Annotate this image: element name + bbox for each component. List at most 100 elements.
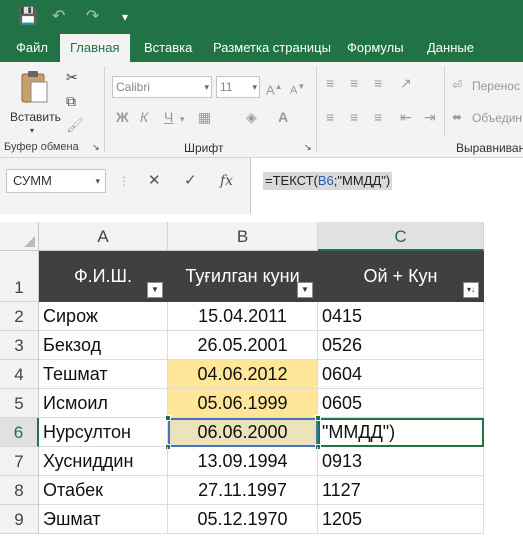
sort-filter-icon[interactable]: ▾↓ [463, 282, 479, 298]
table-cell[interactable]: Хусниддин [39, 447, 168, 476]
table-header-month-day[interactable]: Ой + Кун ▾↓ [318, 251, 484, 302]
borders-icon[interactable]: ▦ [198, 108, 211, 126]
wrap-text-icon[interactable]: ⏎ [452, 76, 462, 94]
table-header-birthdate[interactable]: Туғилган куни ▼ [168, 251, 318, 302]
font-size-box[interactable]: 11 ▾ [216, 76, 260, 98]
column-header-a[interactable]: A [39, 222, 168, 251]
tab-data[interactable]: Данные [417, 34, 484, 62]
insert-function-button[interactable]: fx [220, 169, 233, 193]
row-header-5[interactable]: 5 [0, 389, 39, 418]
table-cell[interactable]: 05.06.1999 [168, 389, 318, 418]
redo-icon[interactable]: ↷ [86, 7, 99, 27]
header-label: Ф.И.Ш. [73, 266, 133, 286]
table-cell[interactable]: Эшмат [39, 505, 168, 534]
table-cell[interactable]: 0604 [318, 360, 484, 389]
fill-color-icon[interactable]: ◈ [246, 108, 257, 126]
font-name-value: Calibri [116, 80, 151, 94]
table-cell[interactable]: Сирож [39, 302, 168, 331]
table-cell[interactable]: 0913 [318, 447, 484, 476]
align-top-icon[interactable]: ≡ [326, 74, 334, 92]
paste-button[interactable]: Вставить ▾ [8, 68, 61, 135]
align-middle-icon[interactable]: ≡ [350, 74, 358, 92]
row-header-6[interactable]: 6 [0, 418, 39, 447]
chevron-down-icon: ▾ [252, 82, 257, 92]
row-header-1[interactable]: 1 [0, 251, 39, 302]
referenced-cell-b6[interactable]: 06.06.2000 [168, 418, 318, 447]
table-cell[interactable]: Нурсултон [39, 418, 168, 447]
merge-button[interactable]: Объедин [472, 111, 522, 125]
increase-font-icon[interactable]: A▲ [266, 78, 283, 99]
chevron-down-icon[interactable]: ▾ [180, 110, 185, 128]
table-cell[interactable]: 0605 [318, 389, 484, 418]
undo-icon[interactable]: ↶ [52, 7, 65, 27]
ref-handle[interactable] [165, 415, 171, 421]
tab-insert[interactable]: Вставка [134, 34, 202, 62]
table-cell[interactable]: 27.11.1997 [168, 476, 318, 505]
paste-icon [21, 71, 48, 103]
tab-page-layout[interactable]: Разметка страницы [203, 34, 341, 62]
save-icon[interactable]: 💾 [18, 7, 38, 27]
tab-home[interactable]: Главная [60, 34, 130, 62]
table-cell[interactable]: 13.09.1994 [168, 447, 318, 476]
table-cell[interactable]: 1205 [318, 505, 484, 534]
font-size-value: 11 [220, 80, 233, 94]
ribbon-separator [104, 66, 105, 152]
wrap-text-button[interactable]: Перенос [472, 79, 520, 93]
decrease-font-icon[interactable]: A▼ [290, 78, 305, 100]
font-color-icon[interactable]: A [278, 108, 288, 126]
table-cell[interactable]: 04.06.2012 [168, 360, 318, 389]
table-cell[interactable]: Тешмат [39, 360, 168, 389]
decrease-indent-icon[interactable]: ⇤ [400, 108, 412, 126]
format-painter-icon[interactable]: 🖌 [66, 116, 84, 134]
font-launcher-icon[interactable]: ↘ [304, 142, 312, 153]
name-box-value: СУММ [13, 173, 52, 188]
formula-input[interactable]: =ТЕКСТ(B6;"ММДД") [250, 158, 523, 214]
name-box[interactable]: СУММ ▾ [6, 169, 106, 193]
active-cell-c6[interactable]: "ММДД") [318, 418, 484, 447]
table-cell[interactable]: 26.05.2001 [168, 331, 318, 360]
table-cell[interactable]: Исмоил [39, 389, 168, 418]
tab-formulas[interactable]: Формулы [337, 34, 414, 62]
filter-dropdown-icon[interactable]: ▼ [147, 282, 163, 298]
cancel-icon[interactable]: ✕ [148, 169, 161, 193]
italic-button[interactable]: К [140, 108, 148, 126]
column-header-b[interactable]: B [168, 222, 318, 251]
paste-dropdown-icon[interactable]: ▾ [30, 126, 34, 135]
table-cell[interactable]: 0526 [318, 331, 484, 360]
tab-file[interactable]: Файл [6, 34, 58, 62]
clipboard-launcher-icon[interactable]: ↘ [92, 142, 100, 153]
paste-label: Вставить [10, 110, 61, 124]
row-header-9[interactable]: 9 [0, 505, 39, 534]
align-center-icon[interactable]: ≡ [350, 108, 358, 126]
underline-button[interactable]: Ч [164, 108, 173, 126]
table-cell[interactable]: Отабек [39, 476, 168, 505]
cut-icon[interactable]: ✂ [66, 68, 78, 86]
filter-dropdown-icon[interactable]: ▼ [297, 282, 313, 298]
table-header-name[interactable]: Ф.И.Ш. ▼ [39, 251, 168, 302]
table-cell[interactable]: 05.12.1970 [168, 505, 318, 534]
row-header-8[interactable]: 8 [0, 476, 39, 505]
row-header-2[interactable]: 2 [0, 302, 39, 331]
ref-handle[interactable] [315, 415, 321, 421]
align-bottom-icon[interactable]: ≡ [374, 74, 382, 92]
row-header-7[interactable]: 7 [0, 447, 39, 476]
column-header-c[interactable]: C [318, 222, 484, 251]
table-cell[interactable]: 0415 [318, 302, 484, 331]
orientation-icon[interactable]: ↗ [400, 74, 412, 92]
increase-indent-icon[interactable]: ⇥ [424, 108, 436, 126]
font-name-box[interactable]: Calibri ▾ [112, 76, 212, 98]
table-cell[interactable]: 15.04.2011 [168, 302, 318, 331]
table-cell[interactable]: Бекзод [39, 331, 168, 360]
row-header-3[interactable]: 3 [0, 331, 39, 360]
header-label: Ой + Кун [363, 266, 438, 286]
align-left-icon[interactable]: ≡ [326, 108, 334, 126]
enter-icon[interactable]: ✓ [184, 169, 197, 193]
row-header-4[interactable]: 4 [0, 360, 39, 389]
table-cell[interactable]: 1127 [318, 476, 484, 505]
merge-icon[interactable]: ⬌ [452, 108, 462, 126]
align-right-icon[interactable]: ≡ [374, 108, 382, 126]
select-all-corner[interactable] [0, 222, 39, 251]
copy-icon[interactable]: ⧉ [66, 92, 76, 110]
customize-toolbar-icon[interactable]: ▾ [122, 7, 128, 27]
bold-button[interactable]: Ж [116, 108, 129, 126]
